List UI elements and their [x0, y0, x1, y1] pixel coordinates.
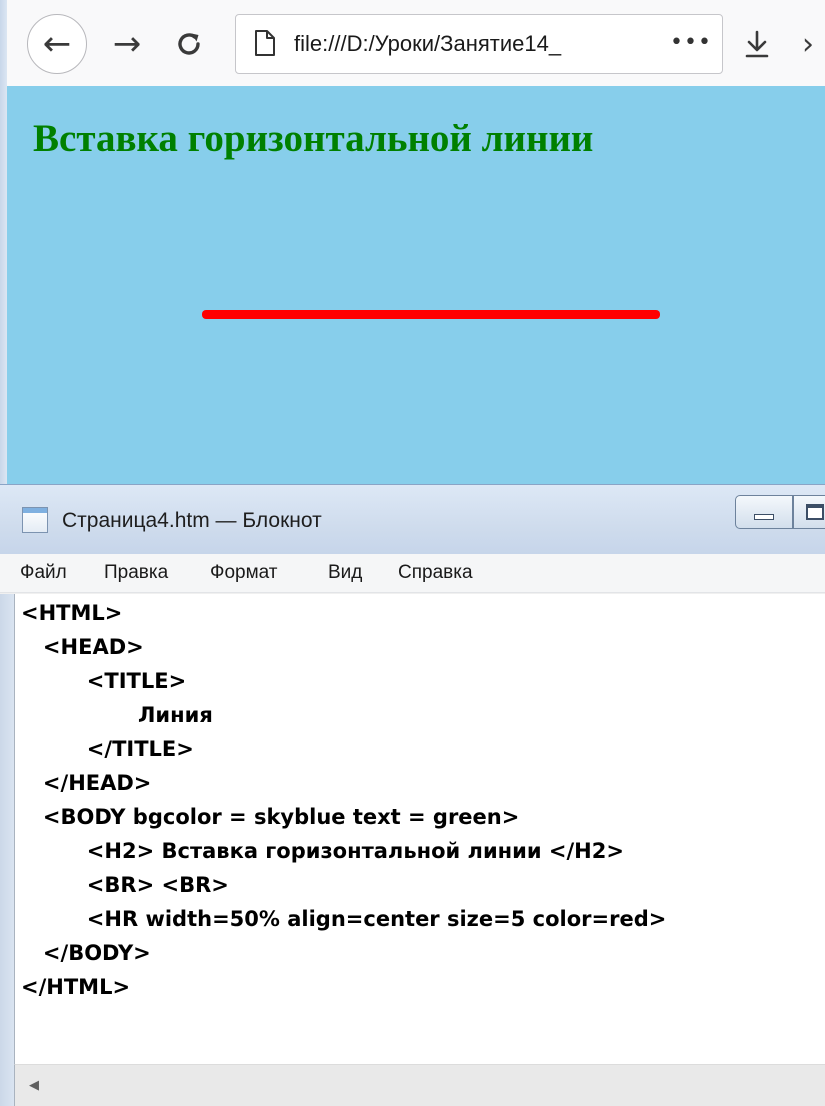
browser-toolbar: ← → file:///D:/Уроки/Занятие14_ ••• › — [7, 0, 825, 86]
window-title: Страница4.htm — Блокнот — [62, 509, 322, 532]
menu-bar: Файл Правка Формат Вид Справка — [0, 554, 825, 593]
minimize-button[interactable] — [735, 495, 793, 529]
menu-view[interactable]: Вид — [328, 560, 362, 586]
menu-help[interactable]: Справка — [398, 560, 473, 586]
scroll-left-icon[interactable]: ◀ — [29, 1075, 49, 1097]
code-line: Линия — [21, 703, 213, 727]
page-actions-more-icon[interactable]: ••• — [666, 25, 716, 61]
page-icon — [255, 30, 275, 56]
code-line: <HTML> — [21, 601, 123, 625]
code-line: <HR width=50% align=center size=5 color=… — [21, 907, 667, 931]
menu-file[interactable]: Файл — [20, 560, 67, 586]
maximize-button[interactable] — [793, 495, 825, 529]
code-line: </HTML> — [21, 975, 131, 999]
notepad-titlebar[interactable]: Страница4.htm — Блокнот — [0, 484, 825, 554]
code-line: <HEAD> — [21, 635, 144, 659]
text-editor[interactable]: <HTML> <HEAD> <TITLE> Линия </TITLE> </H… — [14, 594, 825, 1064]
download-button[interactable] — [737, 18, 777, 70]
forward-button[interactable]: → — [107, 18, 147, 70]
reload-icon — [178, 33, 200, 55]
notepad-window: Страница4.htm — Блокнот Файл Правка Форм… — [0, 484, 825, 1106]
browser-window: ← → file:///D:/Уроки/Занятие14_ ••• › Вс… — [0, 0, 825, 484]
forward-arrow-icon: → — [112, 24, 142, 64]
menu-edit[interactable]: Правка — [104, 560, 168, 586]
notepad-app-icon — [22, 507, 48, 533]
back-button[interactable]: ← — [27, 14, 87, 74]
address-bar[interactable]: file:///D:/Уроки/Занятие14_ ••• — [235, 14, 723, 74]
overflow-menu-button[interactable]: › — [802, 18, 825, 70]
url-text[interactable]: file:///D:/Уроки/Занятие14_ — [294, 29, 664, 59]
horizontal-scrollbar[interactable]: ◀ — [14, 1064, 825, 1106]
reload-button[interactable] — [165, 18, 213, 70]
code-line: </TITLE> — [21, 737, 194, 761]
code-line: <H2> Вставка горизонтальной линии </H2> — [21, 839, 624, 863]
menu-format[interactable]: Формат — [210, 560, 278, 586]
horizontal-rule — [202, 310, 660, 319]
code-line: </BODY> — [21, 941, 151, 965]
window-frame — [0, 594, 14, 1106]
code-line: </HEAD> — [21, 771, 152, 795]
page-viewport: Вставка горизонтальной линии — [7, 86, 825, 484]
code-line: <TITLE> — [21, 669, 187, 693]
chevron-right-icon: › — [802, 26, 814, 62]
code-line: <BODY bgcolor = skyblue text = green> — [21, 805, 520, 829]
window-frame — [0, 0, 7, 484]
download-icon — [745, 30, 769, 58]
back-arrow-icon: ← — [42, 24, 72, 64]
page-heading: Вставка горизонтальной линии — [33, 117, 594, 160]
code-line: <BR> <BR> — [21, 873, 229, 897]
